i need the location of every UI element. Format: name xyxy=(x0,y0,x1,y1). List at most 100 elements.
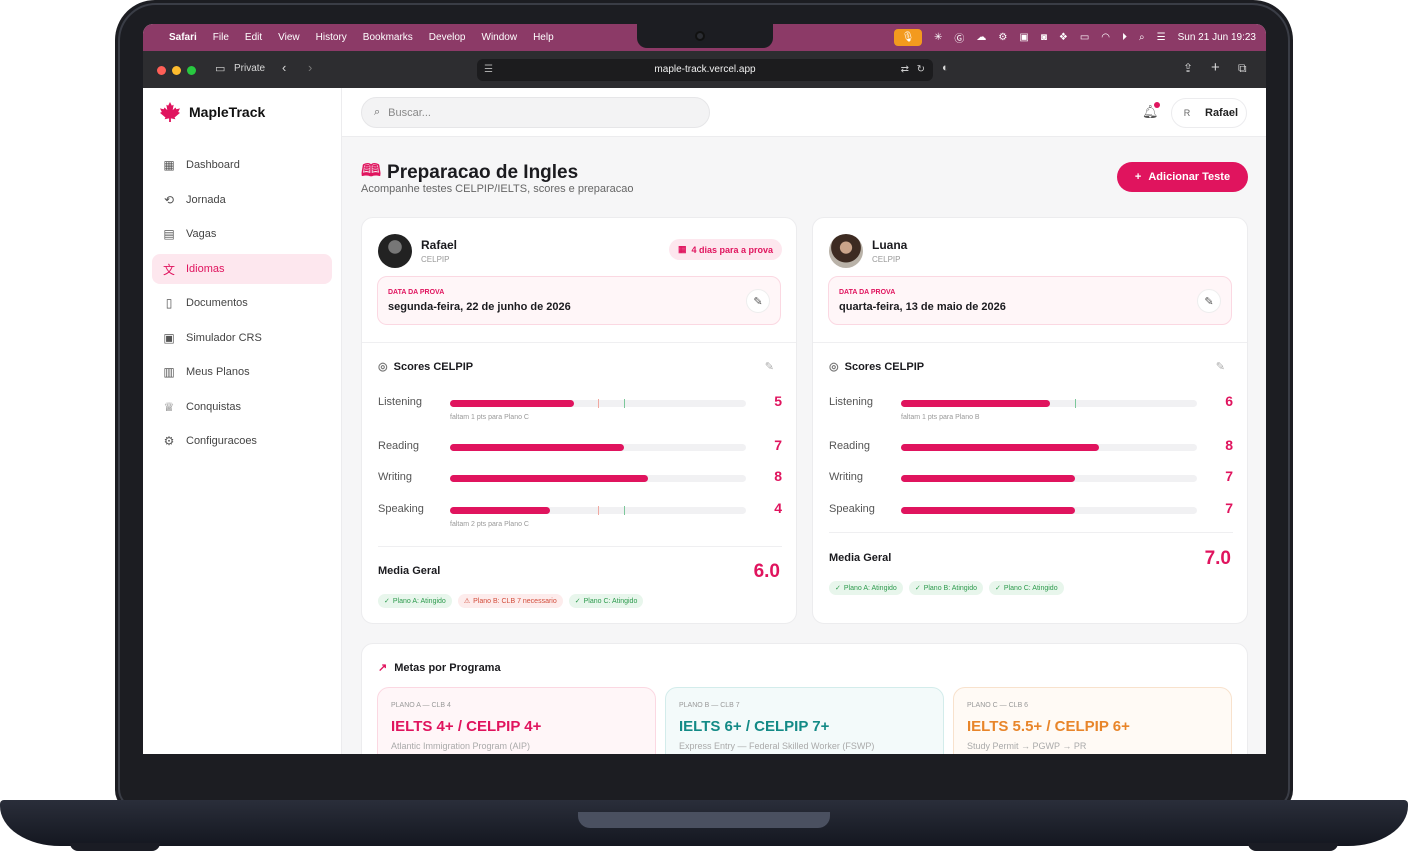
target-icon: ◎ xyxy=(378,361,388,373)
plan-badges: ✓ Plano A: Atingido ✓ Plano B: Atingido ✓ P… xyxy=(829,581,1064,595)
avatar: R xyxy=(1183,108,1191,118)
map-icon: ▥ xyxy=(163,365,175,379)
sidebar-toggle-icon[interactable]: ▭ xyxy=(215,62,225,75)
edit-date-button[interactable]: ✎ xyxy=(1197,289,1221,313)
menu-app-name[interactable]: Safari xyxy=(169,32,197,43)
user-menu[interactable]: R Rafael xyxy=(1171,98,1247,128)
plan-label: PLANO B — CLB 7 xyxy=(679,702,740,709)
sidebar-item-jornada[interactable]: ⟲ Jornada xyxy=(152,185,332,215)
screen: Safari File Edit View History Bookmarks … xyxy=(143,24,1266,754)
sidebar-item-label: Configuracoes xyxy=(186,435,257,447)
menu-view[interactable]: View xyxy=(278,32,300,43)
add-test-button[interactable]: + Adicionar Teste xyxy=(1117,162,1248,192)
search-input[interactable]: ⌕ Buscar... xyxy=(361,97,710,128)
avatar xyxy=(378,234,412,268)
status-badge: ✓ Plano C: Atingido xyxy=(989,581,1064,595)
score-bar-fill xyxy=(901,444,1099,451)
status-sparkle-icon[interactable]: ✳ xyxy=(934,32,942,43)
menu-file[interactable]: File xyxy=(213,32,229,43)
search-icon: ⌕ xyxy=(374,106,381,118)
status-camera-icon[interactable]: ◙ xyxy=(1041,32,1047,43)
status-figma-icon[interactable]: ❖ xyxy=(1059,32,1068,43)
dashboard-icon: ▦ xyxy=(163,158,175,172)
profile-card-rafael: Rafael CELPIP ▦ 4 dias para a prova DATA… xyxy=(361,217,797,624)
menu-window[interactable]: Window xyxy=(482,32,518,43)
minimize-window-button[interactable] xyxy=(172,66,181,75)
trending-up-icon: ↗ xyxy=(378,662,388,674)
plan-card-a[interactable]: PLANO A — CLB 4 IELTS 4+ / CELPIP 4+ Atl… xyxy=(377,687,656,754)
menu-history[interactable]: History xyxy=(316,32,347,43)
microphone-indicator-icon[interactable]: 🎙 xyxy=(894,29,922,46)
app-name: MapleTrack xyxy=(189,104,266,120)
skill-name: Writing xyxy=(829,471,864,483)
sidebar-item-vagas[interactable]: ▤ Vagas xyxy=(152,219,332,249)
edit-scores-icon[interactable]: ✎ xyxy=(1216,360,1225,373)
macos-menubar: Safari File Edit View History Bookmarks … xyxy=(143,24,1266,51)
tab-overview-icon[interactable]: ⧉ xyxy=(1238,61,1247,76)
wifi-icon[interactable]: ◠ xyxy=(1101,32,1110,43)
new-tab-icon[interactable]: + xyxy=(1211,59,1220,76)
sidebar-item-label: Simulador CRS xyxy=(186,332,262,344)
sidebar-item-dashboard[interactable]: ▦ Dashboard xyxy=(152,150,332,180)
score-bar-fill xyxy=(450,507,550,514)
menu-bookmarks[interactable]: Bookmarks xyxy=(363,32,413,43)
score-row-reading: Reading 7 xyxy=(378,437,782,457)
plan-card-c[interactable]: PLANO C — CLB 6 IELTS 5.5+ / CELPIP 6+ S… xyxy=(953,687,1232,754)
sidebar-item-configuracoes[interactable]: ⚙ Configuracoes xyxy=(152,426,332,456)
menubar-clock[interactable]: Sun 21 Jun 19:23 xyxy=(1178,32,1256,43)
badge-text: Plano C: Atingido xyxy=(583,597,638,605)
translate-icon[interactable]: ⇄ xyxy=(901,59,909,81)
status-layout-icon[interactable]: ▣ xyxy=(1019,32,1028,43)
media-play-icon[interactable]: ⏵ xyxy=(1122,32,1127,43)
edit-date-button[interactable]: ✎ xyxy=(746,289,770,313)
skill-score: 7 xyxy=(774,437,782,453)
sidebar-item-documentos[interactable]: ▯ Documentos xyxy=(152,288,332,318)
status-app-icon[interactable]: ⚙ xyxy=(998,32,1007,43)
countdown-text: 4 dias para a prova xyxy=(691,244,773,255)
control-center-icon[interactable]: ☰ xyxy=(1157,32,1166,43)
sidebar-item-idiomas[interactable]: 文 Idiomas xyxy=(152,254,332,284)
score-bar xyxy=(450,399,746,408)
close-window-button[interactable] xyxy=(157,66,166,75)
score-bar xyxy=(901,444,1197,451)
reload-icon[interactable]: ↻ xyxy=(917,59,925,81)
menu-develop[interactable]: Develop xyxy=(429,32,466,43)
menu-help[interactable]: Help xyxy=(533,32,554,43)
status-grammarly-icon[interactable]: Ⓖ xyxy=(954,30,964,45)
target-icon: ◎ xyxy=(829,361,839,373)
sidebar-item-meus-planos[interactable]: ▥ Meus Planos xyxy=(152,357,332,387)
zoom-window-button[interactable] xyxy=(187,66,196,75)
sidebar-item-label: Conquistas xyxy=(186,401,242,413)
edit-scores-icon[interactable]: ✎ xyxy=(765,360,774,373)
skill-note: faltam 1 pts para Plano B xyxy=(901,414,980,421)
forward-icon[interactable]: › xyxy=(308,60,312,75)
url-bar[interactable]: ☰ maple-track.vercel.app ⇄ ↻ xyxy=(477,59,933,81)
page-subtitle: Acompanhe testes CELPIP/IELTS, scores e … xyxy=(361,183,634,195)
languages-icon: 文 xyxy=(162,262,175,277)
back-icon[interactable]: ‹ xyxy=(282,60,286,75)
search-placeholder: Buscar... xyxy=(388,106,431,119)
countdown-badge: ▦ 4 dias para a prova xyxy=(668,239,782,260)
check-circle-icon: ✓ xyxy=(995,585,1001,592)
profile-name: Luana xyxy=(872,238,908,252)
spotlight-search-icon[interactable]: ⌕ xyxy=(1139,32,1145,43)
plan-label: PLANO C — CLB 6 xyxy=(967,702,1029,709)
plan-marker xyxy=(624,506,625,515)
status-cloud-icon[interactable]: ☁ xyxy=(976,32,986,43)
sidebar-item-simulador-crs[interactable]: ▣ Simulador CRS xyxy=(152,323,332,353)
app-logo[interactable]: MapleTrack xyxy=(159,102,265,122)
plan-target: IELTS 4+ / CELPIP 4+ xyxy=(391,718,542,735)
menu-edit[interactable]: Edit xyxy=(245,32,262,43)
page-settings-icon[interactable]: ☰ xyxy=(484,59,493,81)
sidebar-item-conquistas[interactable]: ♕ Conquistas xyxy=(152,392,332,422)
plan-card-b[interactable]: PLANO B — CLB 7 IELTS 6+ / CELPIP 7+ Exp… xyxy=(665,687,944,754)
score-row-writing: Writing 7 xyxy=(829,468,1233,488)
sidebar: MapleTrack ▦ Dashboard ⟲ Jornada ▤ Vagas 文I… xyxy=(143,88,342,754)
privacy-shield-icon[interactable]: ◐ xyxy=(942,62,949,74)
calculator-icon: ▣ xyxy=(163,331,175,345)
battery-icon[interactable]: ▭ xyxy=(1080,32,1089,43)
score-row-listening: Listening 5 faltam 1 pts para Plano C xyxy=(378,393,782,421)
plan-marker xyxy=(1075,399,1076,408)
share-icon[interactable]: ⇪ xyxy=(1183,61,1193,75)
camera-icon xyxy=(695,31,705,41)
